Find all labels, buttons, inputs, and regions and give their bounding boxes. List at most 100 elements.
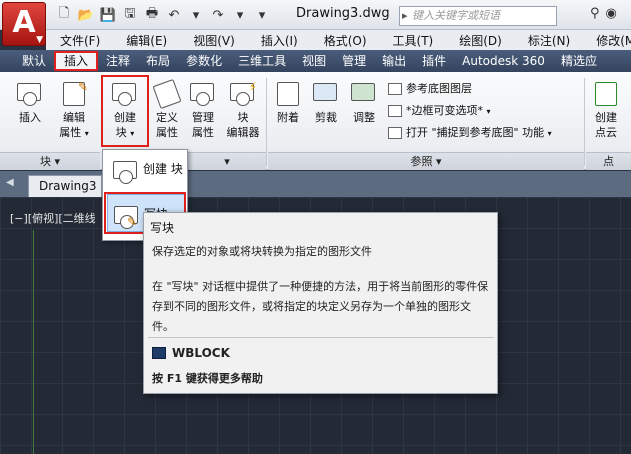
block-panel-title: 块 — [39, 155, 51, 168]
tooltip-command-name: WBLOCK — [172, 346, 230, 360]
frame-var-label: *边框可变选项* — [406, 104, 483, 117]
redo-icon[interactable]: ↷ — [208, 6, 228, 24]
highlight-create-block — [101, 75, 149, 147]
tooltip-title: 写块 — [150, 221, 175, 235]
new-icon[interactable]: 🗋 — [54, 6, 74, 24]
print-icon[interactable]: 🖶 — [142, 6, 162, 24]
tab-featured-apps[interactable]: 精选应 — [553, 51, 605, 71]
binoculars-icon[interactable]: ⚲ — [590, 6, 600, 21]
underlay-layers-button[interactable]: 参考底图图层 — [388, 80, 472, 98]
title-bar: 🗋 📂 💾 🖫 🖶 ↶ ▾ ↷ ▾ ▾ Drawing3.dwg 键入关键字或短… — [0, 0, 631, 30]
tab-output[interactable]: 输出 — [374, 51, 414, 71]
tab-annotate[interactable]: 注释 — [98, 51, 138, 71]
undo-icon[interactable]: ↶ — [164, 6, 184, 24]
snap-underlay-label: 打开 "捕捉到参考底图" 功能 — [406, 126, 545, 139]
command-icon — [152, 347, 166, 359]
block-editor-label-1: 块 — [237, 111, 249, 124]
viewport-controls[interactable]: [−][俯视][二维线 — [10, 210, 96, 226]
clip-button[interactable]: 剪裁 — [308, 80, 344, 125]
clip-icon — [311, 80, 341, 108]
manage-attr-label-2: 属性 — [192, 126, 214, 139]
edit-attr-label-2: 属性 — [59, 126, 82, 139]
document-tab[interactable]: Drawing3 — [28, 175, 102, 197]
menu-edit[interactable]: 编辑(E) — [113, 32, 180, 49]
chevron-down-icon: ▼ — [36, 35, 43, 45]
tab-3d-tools[interactable]: 三维工具 — [230, 51, 294, 71]
dropdown-create-block[interactable]: 创建 块 — [107, 150, 185, 188]
tab-plugins[interactable]: 插件 — [414, 51, 454, 71]
menu-tools[interactable]: 工具(T) — [380, 32, 447, 49]
application-menu-button[interactable]: A ▼ — [2, 2, 46, 46]
menu-format[interactable]: 格式(O) — [311, 32, 380, 49]
frame-icon — [388, 105, 402, 117]
tab-manage[interactable]: 管理 — [334, 51, 374, 71]
user-icon[interactable]: ◉ — [606, 6, 617, 21]
define-attr-label-2: 属性 — [156, 126, 178, 139]
menu-modify[interactable]: 修改(M) — [583, 32, 631, 49]
define-attribute-icon — [152, 78, 182, 110]
separator — [584, 78, 585, 166]
panel-pointcloud-label[interactable]: 点 — [586, 152, 631, 170]
reference-panel-title: 参照 — [410, 155, 433, 168]
tab-layout[interactable]: 布局 — [138, 51, 178, 71]
y-axis-line — [33, 230, 34, 454]
menu-draw[interactable]: 绘图(D) — [446, 32, 515, 49]
block-editor-button[interactable]: ⚡ 块 编辑器 — [222, 80, 264, 140]
point-cloud-label-1: 创建 — [595, 111, 617, 124]
menu-bar: 文件(F) 编辑(E) 视图(V) 插入(I) 格式(O) 工具(T) 绘图(D… — [46, 30, 631, 50]
adjust-label: 调整 — [353, 111, 375, 124]
manage-attr-label-1: 管理 — [192, 111, 214, 124]
insert-label: 插入 — [19, 111, 41, 124]
edit-attr-label-1: 编辑 — [63, 111, 85, 124]
menu-insert[interactable]: 插入(I) — [248, 32, 311, 49]
menu-dimension[interactable]: 标注(N) — [515, 32, 583, 49]
title-right-icons: ⚲ ◉ — [590, 6, 617, 21]
save-icon[interactable]: 💾 — [98, 6, 118, 24]
ribbon-panel: 插入 ✎ 编辑 属性 ▾ 创建 块 ▾ 定义 属性 管理 属性 ⚡ 块 编辑器 … — [0, 72, 631, 170]
tab-autodesk-360[interactable]: Autodesk 360 — [454, 51, 553, 71]
create-point-cloud-button[interactable]: 创建 点云 — [588, 80, 624, 140]
undo-dropdown-icon[interactable]: ▾ — [186, 6, 206, 24]
customize-qat-icon[interactable]: ▾ — [252, 6, 272, 24]
snap-to-underlay-dropdown[interactable]: 打开 "捕捉到参考底图" 功能 ▾ — [388, 124, 552, 142]
define-attribute-button[interactable]: 定义 属性 — [150, 78, 184, 140]
redo-dropdown-icon[interactable]: ▾ — [230, 6, 250, 24]
tooltip-help: 按 F1 键获得更多帮助 — [152, 372, 263, 385]
frame-variable-dropdown[interactable]: *边框可变选项* ▾ — [388, 102, 491, 120]
insert-block-button[interactable]: 插入 — [12, 80, 48, 125]
layers-icon — [388, 83, 402, 95]
tooltip-body: 在 "写块" 对话框中提供了一种便捷的方法，用于将当前图形的零件保存到不同的图形… — [152, 280, 489, 333]
menu-view[interactable]: 视图(V) — [180, 32, 248, 49]
app-logo-letter: A — [12, 5, 36, 40]
block-editor-icon: ⚡ — [228, 80, 258, 108]
menu-file[interactable]: 文件(F) — [46, 32, 113, 49]
document-tab-label: Drawing3 — [39, 179, 97, 193]
manage-attribute-button[interactable]: 管理 属性 — [186, 80, 220, 140]
document-title: Drawing3.dwg — [296, 6, 390, 21]
block-editor-label-2: 编辑器 — [226, 126, 260, 139]
edit-attribute-icon: ✎ — [59, 80, 89, 108]
tooltip: 写块 保存选定的对象或将块转换为指定的图形文件 在 "写块" 对话框中提供了一种… — [143, 212, 498, 394]
tab-view[interactable]: 视图 — [294, 51, 334, 71]
panel-block-def-label[interactable]: ▾ — [188, 152, 266, 170]
tab-scroll-icon[interactable]: ◀ — [6, 177, 14, 188]
search-input[interactable]: 键入关键字或短语 — [399, 6, 557, 26]
tab-default[interactable]: 默认 — [14, 51, 54, 71]
edit-attribute-button[interactable]: ✎ 编辑 属性 ▾ — [52, 80, 96, 141]
tab-parametric[interactable]: 参数化 — [178, 51, 230, 71]
manage-attribute-icon — [188, 80, 218, 108]
adjust-icon — [349, 80, 379, 108]
ribbon-tabs: 默认 插入 注释 布局 参数化 三维工具 视图 管理 输出 插件 Autodes… — [0, 50, 631, 72]
attach-button[interactable]: 附着 — [270, 80, 306, 125]
saveas-icon[interactable]: 🖫 — [120, 6, 140, 24]
tab-insert[interactable]: 插入 — [54, 51, 99, 71]
panel-block-label[interactable]: 块 ▾ — [0, 152, 100, 170]
point-cloud-label-2: 点云 — [595, 126, 617, 139]
open-icon[interactable]: 📂 — [76, 6, 96, 24]
clip-label: 剪裁 — [315, 111, 337, 124]
dropdown-create-block-label: 创建 块 — [143, 162, 183, 176]
adjust-button[interactable]: 调整 — [346, 80, 382, 125]
attach-label: 附着 — [277, 111, 299, 124]
panel-reference-label[interactable]: 参照 ▾ — [268, 152, 584, 170]
insert-block-icon — [15, 80, 45, 108]
